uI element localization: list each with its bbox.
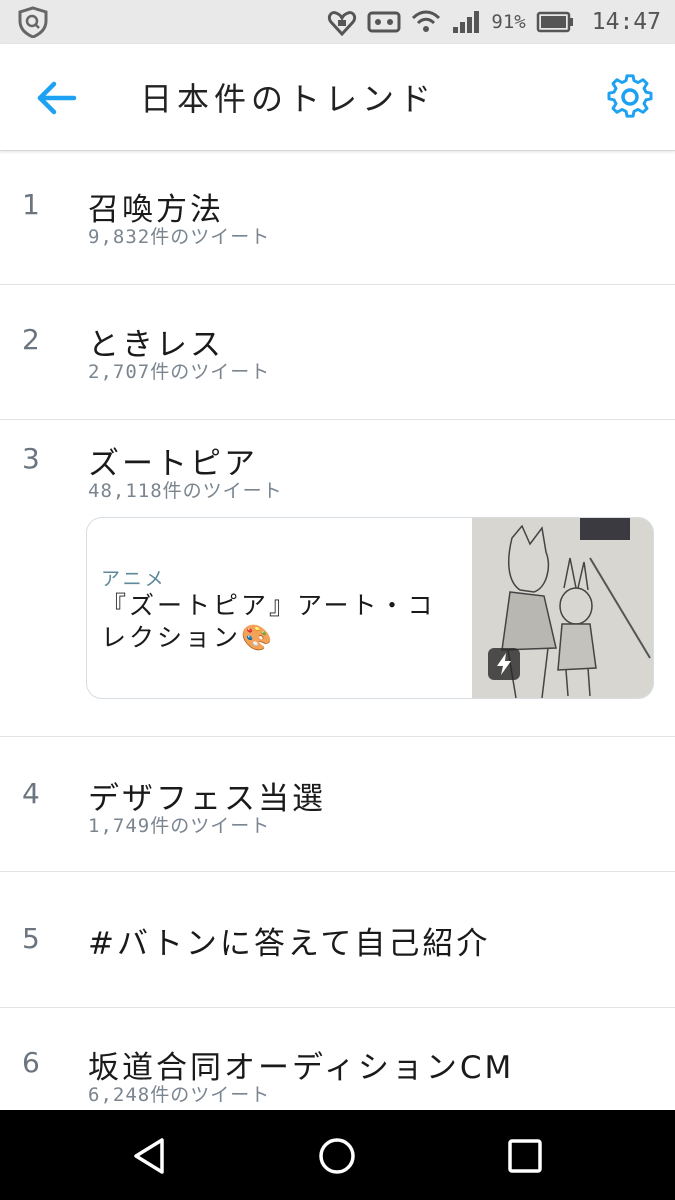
lightning-icon	[488, 648, 520, 680]
trend-rank: 1	[22, 188, 40, 221]
trend-rank: 2	[22, 323, 40, 356]
status-bar: 91% 14:47	[0, 0, 675, 44]
trend-rank: 3	[22, 442, 40, 475]
trend-item-3[interactable]: 3 ズートピア 48,118件のツイート アニメ 『ズートピア』アート・コレクシ…	[0, 420, 675, 737]
moment-title: 『ズートピア』アート・コレクション🎨	[101, 591, 436, 652]
heart-signal-icon	[328, 11, 357, 36]
trends-list: 1 召喚方法 9,832件のツイート 2 ときレス 2,707件のツイート 3 …	[0, 152, 675, 1118]
system-nav-bar	[0, 1110, 675, 1200]
trend-tweet-count: 2,707件のツイート	[88, 361, 271, 383]
trend-tweet-count: 9,832件のツイート	[88, 226, 271, 248]
trend-rank: 6	[22, 1046, 40, 1079]
battery-icon	[536, 11, 573, 33]
trend-rank: 5	[22, 922, 40, 955]
battery-percent: 91%	[491, 11, 526, 33]
page-title: 日本件のトレンド	[140, 80, 437, 118]
gear-icon[interactable]	[607, 74, 653, 120]
moment-category: アニメ	[101, 568, 167, 590]
back-arrow-icon[interactable]	[30, 76, 82, 120]
trend-name: #バトンに答えて自己紹介	[88, 926, 491, 962]
trend-tweet-count: 48,118件のツイート	[88, 480, 283, 502]
wifi-icon	[412, 10, 441, 32]
moment-card[interactable]: アニメ 『ズートピア』アート・コレクション🎨	[86, 517, 654, 699]
moment-thumbnail	[472, 518, 653, 698]
voicemail-icon	[367, 11, 401, 33]
trend-tweet-count: 6,248件のツイート	[88, 1084, 271, 1106]
trend-item-5[interactable]: 5 #バトンに答えて自己紹介	[0, 872, 675, 1008]
cell-signal-icon	[453, 11, 480, 33]
nav-home-icon[interactable]	[315, 1134, 359, 1178]
trend-rank: 4	[22, 777, 40, 810]
trend-item-2[interactable]: 2 ときレス 2,707件のツイート	[0, 285, 675, 420]
shield-search-icon	[18, 6, 48, 38]
trend-item-1[interactable]: 1 召喚方法 9,832件のツイート	[0, 152, 675, 285]
nav-recents-icon[interactable]	[503, 1134, 547, 1178]
trend-item-4[interactable]: 4 デザフェス当選 1,749件のツイート	[0, 737, 675, 872]
trend-item-6[interactable]: 6 坂道合同オーディションCM 6,248件のツイート	[0, 1008, 675, 1118]
nav-back-icon[interactable]	[128, 1134, 172, 1178]
trend-tweet-count: 1,749件のツイート	[88, 815, 271, 837]
app-header: 日本件のトレンド	[0, 44, 675, 151]
clock: 14:47	[591, 9, 661, 35]
